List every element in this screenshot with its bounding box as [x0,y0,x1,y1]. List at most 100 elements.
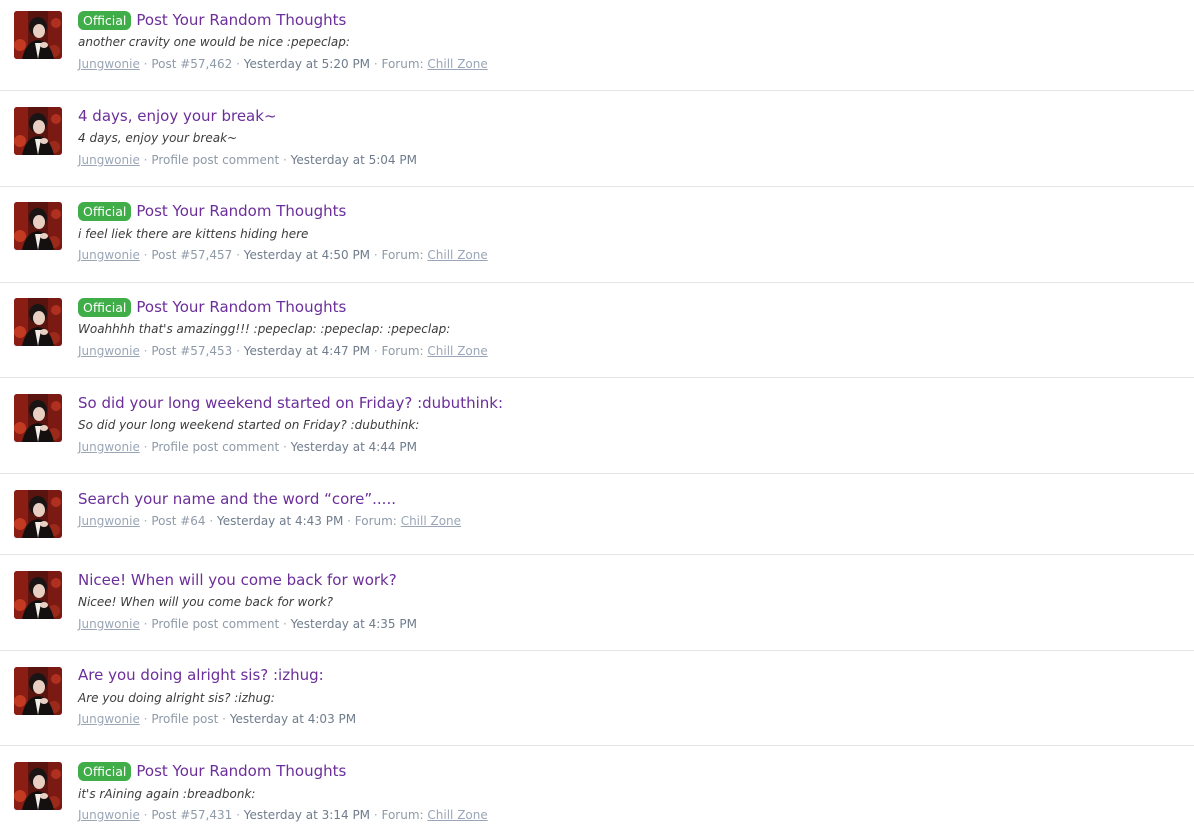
username-link[interactable]: Jungwonie [78,712,140,726]
avatar[interactable] [14,298,62,346]
avatar[interactable] [14,107,62,155]
item-title-line: So did your long weekend started on Frid… [78,392,503,414]
timestamp[interactable]: Yesterday at 3:14 PM [244,808,370,822]
separator: · [370,808,382,822]
timestamp[interactable]: Yesterday at 5:04 PM [291,153,417,167]
avatar[interactable] [14,202,62,250]
item-snippet: it's rAining again :breadbonk: [78,787,256,801]
item-title-line: Are you doing alright sis? :izhug: [78,664,324,686]
activity-item: Are you doing alright sis? :izhug: Are yo… [0,651,1194,746]
item-title-link[interactable]: Nicee! When will you come back for work? [78,571,397,589]
timestamp[interactable]: Yesterday at 4:03 PM [230,712,356,726]
activity-item: Search your name and the word “core”....… [0,474,1194,555]
separator: · [139,440,152,454]
official-badge: Official [78,761,132,781]
item-title-link[interactable]: Post Your Random Thoughts [136,202,346,220]
timestamp[interactable]: Yesterday at 4:44 PM [291,440,417,454]
forum-link[interactable]: Chill Zone [427,344,487,358]
forum-label: Forum: [381,808,424,822]
forum-label: Forum: [381,344,424,358]
forum-label: Forum: [381,57,424,71]
item-meta: Jungwonie · Profile post comment · Yeste… [78,617,417,631]
content-type: Profile post [151,712,219,726]
item-title-link[interactable]: Are you doing alright sis? :izhug: [78,666,324,684]
separator: · [232,57,244,71]
activity-item: Official Post Your Random Thoughts another… [0,0,1194,91]
separator: · [232,248,244,262]
item-meta: Jungwonie · Post #57,431 · Yesterday at … [78,808,488,822]
timestamp[interactable]: Yesterday at 4:50 PM [244,248,370,262]
separator: · [139,617,152,631]
content-type: Post #57,431 [151,808,233,822]
item-title-line: Official Post Your Random Thoughts [78,296,346,318]
avatar[interactable] [14,571,62,619]
item-meta: Jungwonie · Profile post comment · Yeste… [78,153,417,167]
item-title-link[interactable]: 4 days, enjoy your break~ [78,107,277,125]
username-link[interactable]: Jungwonie [78,344,140,358]
item-meta: Jungwonie · Profile post · Yesterday at … [78,712,356,726]
username-link[interactable]: Jungwonie [78,514,140,528]
item-snippet: i feel liek there are kittens hiding her… [78,227,309,241]
item-meta: Jungwonie · Profile post comment · Yeste… [78,440,417,454]
username-link[interactable]: Jungwonie [78,617,140,631]
separator: · [139,153,152,167]
username-link[interactable]: Jungwonie [78,57,140,71]
username-link[interactable]: Jungwonie [78,153,140,167]
forum-label: Forum: [381,248,424,262]
avatar[interactable] [14,667,62,715]
separator: · [343,514,355,528]
content-type: Profile post comment [151,440,280,454]
timestamp[interactable]: Yesterday at 4:47 PM [244,344,370,358]
item-title-link[interactable]: Search your name and the word “core”....… [78,490,396,508]
item-title-line: Official Post Your Random Thoughts [78,9,346,31]
activity-item: Nicee! When will you come back for work?… [0,555,1194,651]
item-snippet: another cravity one would be nice :pepec… [78,35,350,49]
separator: · [139,248,152,262]
timestamp[interactable]: Yesterday at 4:35 PM [291,617,417,631]
item-snippet: Are you doing alright sis? :izhug: [78,691,275,705]
activity-item: Official Post Your Random Thoughts i feel … [0,187,1194,283]
item-title-line: Nicee! When will you come back for work? [78,569,397,591]
forum-link[interactable]: Chill Zone [427,57,487,71]
separator: · [139,712,152,726]
content-type: Post #64 [151,514,206,528]
separator: · [370,344,382,358]
item-title-link[interactable]: Post Your Random Thoughts [136,11,346,29]
timestamp[interactable]: Yesterday at 5:20 PM [244,57,370,71]
avatar[interactable] [14,394,62,442]
separator: · [139,344,152,358]
item-snippet: 4 days, enjoy your break~ [78,131,238,145]
item-meta: Jungwonie · Post #57,453 · Yesterday at … [78,344,488,358]
avatar[interactable] [14,762,62,810]
username-link[interactable]: Jungwonie [78,440,140,454]
item-title-line: Official Post Your Random Thoughts [78,760,346,782]
forum-link[interactable]: Chill Zone [427,808,487,822]
username-link[interactable]: Jungwonie [78,248,140,262]
activity-item: 4 days, enjoy your break~ 4 days, enjoy y… [0,91,1194,187]
separator: · [370,57,382,71]
item-title-link[interactable]: So did your long weekend started on Frid… [78,394,503,412]
official-badge: Official [78,297,132,317]
separator: · [205,514,218,528]
item-title-link[interactable]: Post Your Random Thoughts [136,298,346,316]
username-link[interactable]: Jungwonie [78,808,140,822]
content-type: Post #57,457 [151,248,233,262]
item-meta: Jungwonie · Post #64 · Yesterday at 4:43… [78,514,461,528]
forum-link[interactable]: Chill Zone [401,514,461,528]
forum-label: Forum: [354,514,397,528]
timestamp[interactable]: Yesterday at 4:43 PM [217,514,343,528]
separator: · [139,57,152,71]
avatar[interactable] [14,490,62,538]
content-type: Post #57,453 [151,344,233,358]
forum-link[interactable]: Chill Zone [427,248,487,262]
separator: · [232,808,244,822]
activity-item: So did your long weekend started on Frid… [0,378,1194,474]
item-snippet: Nicee! When will you come back for work? [78,595,333,609]
activity-item: Official Post Your Random Thoughts Woahhhh… [0,283,1194,378]
item-meta: Jungwonie · Post #57,462 · Yesterday at … [78,57,488,71]
separator: · [279,440,291,454]
avatar[interactable] [14,11,62,59]
item-title-link[interactable]: Post Your Random Thoughts [136,762,346,780]
separator: · [218,712,230,726]
item-meta: Jungwonie · Post #57,457 · Yesterday at … [78,248,488,262]
